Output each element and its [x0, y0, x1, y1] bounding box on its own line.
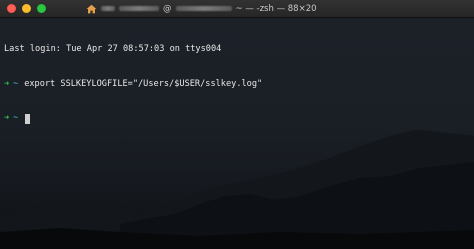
prompt-directory: ~ [13, 113, 19, 123]
terminal-window: @ ~ — -zsh — 88×20 Last login: Tue Apr 2… [0, 0, 474, 249]
text-cursor [25, 113, 31, 124]
redacted-username [119, 6, 159, 11]
zoom-button[interactable] [37, 4, 46, 13]
terminal-output: Last login: Tue Apr 27 08:57:03 on ttys0… [4, 21, 262, 148]
title-at-sign: @ [163, 3, 172, 14]
terminal-content[interactable]: Last login: Tue Apr 27 08:57:03 on ttys0… [0, 18, 474, 249]
home-icon [86, 4, 97, 13]
window-title: @ ~ — -zsh — 88×20 [86, 0, 317, 17]
prompt-arrow-icon: ➜ [4, 78, 10, 89]
last-login-line: Last login: Tue Apr 27 08:57:03 on ttys0… [4, 44, 222, 54]
redacted-hostname [175, 6, 232, 11]
command-line: ➜ ~ export SSLKEYLOGFILE="/Users/$USER/s… [4, 79, 262, 91]
command-text: export SSLKEYLOGFILE="/Users/$USER/sslke… [24, 78, 263, 89]
minimize-button[interactable] [22, 4, 31, 13]
title-text: ~ — -zsh — 88×20 [235, 3, 317, 14]
prompt-arrow-icon: ➜ [4, 113, 10, 123]
active-prompt-line[interactable]: ➜ ~ [4, 113, 262, 125]
prompt-directory: ~ [13, 78, 19, 89]
redacted-username [101, 6, 115, 11]
close-button[interactable] [7, 4, 16, 13]
title-bar[interactable]: @ ~ — -zsh — 88×20 [0, 0, 474, 18]
